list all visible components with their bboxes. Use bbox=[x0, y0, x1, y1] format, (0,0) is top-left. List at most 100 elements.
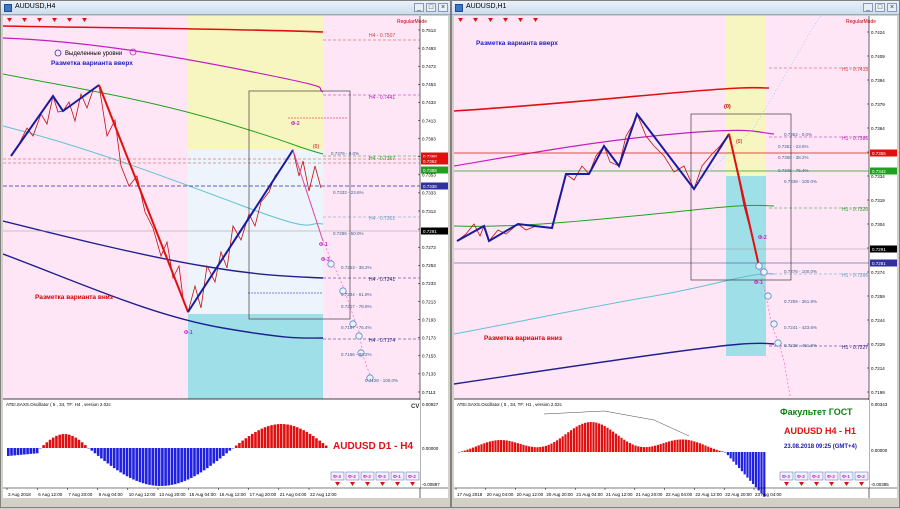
histogram-bar bbox=[247, 436, 251, 448]
price-axis-label: 0.7214 bbox=[871, 366, 885, 371]
histogram-bar bbox=[640, 446, 643, 452]
price-tag-label: 0.7355 bbox=[872, 151, 886, 156]
histogram-bar bbox=[286, 424, 289, 448]
fib-level-label: 0.7376 - 0.0% bbox=[331, 151, 359, 156]
price-axis-label: 0.7413 bbox=[422, 118, 436, 123]
histogram-bar bbox=[299, 428, 302, 448]
histogram-bar bbox=[145, 448, 148, 485]
histogram-bar bbox=[642, 447, 645, 452]
histogram-bar bbox=[199, 448, 203, 473]
histogram-bar bbox=[311, 436, 315, 448]
histogram-bar bbox=[13, 448, 17, 456]
histogram-bar bbox=[547, 444, 550, 452]
histogram-bar bbox=[84, 445, 87, 448]
histogram-bar bbox=[295, 427, 299, 448]
maximize-icon[interactable]: □ bbox=[875, 3, 885, 12]
target-circle-icon bbox=[760, 268, 768, 276]
minimize-icon[interactable]: _ bbox=[863, 3, 873, 12]
oscillator-label: ATEI.SAXS.Oscillator ( 5 , 34, TF: H4 , … bbox=[6, 402, 112, 407]
histogram-bar bbox=[567, 432, 570, 452]
close-icon[interactable]: × bbox=[438, 3, 448, 12]
histogram-bar bbox=[42, 445, 45, 448]
histogram-bar bbox=[516, 443, 519, 452]
histogram-bar bbox=[530, 446, 533, 452]
histogram-bar bbox=[45, 442, 49, 448]
histogram-bar bbox=[682, 439, 685, 452]
price-axis-label: 0.7313 bbox=[422, 209, 436, 214]
histogram-bar bbox=[90, 448, 94, 451]
faculty-label: Факультет ГОСТ bbox=[780, 407, 853, 417]
price-axis-label: 0.7379 bbox=[871, 102, 885, 107]
histogram-bar bbox=[763, 452, 766, 497]
histogram-bar bbox=[32, 448, 36, 454]
close-icon[interactable]: × bbox=[887, 3, 897, 12]
phi-button-label: Ф-2 bbox=[797, 474, 805, 479]
date-axis-label: 22 Aug 12:00 bbox=[695, 492, 722, 497]
histogram-bar bbox=[603, 426, 606, 452]
histogram-bar bbox=[148, 448, 151, 485]
price-chart-h4[interactable]: Выделенные уровни Разметка варианта ввер… bbox=[3, 16, 448, 498]
date-axis-label: 21 Aug 20:00 bbox=[636, 492, 663, 497]
fib-level-label: 0.7207 - 78.6% bbox=[341, 304, 372, 309]
histogram-bar bbox=[600, 424, 603, 452]
title-bar[interactable]: AUDUSD,H1 _ □ × bbox=[452, 1, 899, 15]
histogram-bar bbox=[757, 452, 760, 491]
histogram-bar bbox=[472, 447, 475, 452]
target-circle-icon bbox=[774, 339, 782, 347]
datetime-label: 23.08.2018 09:25 (GMT+4) bbox=[784, 444, 857, 450]
date-axis-label: 21 Aug 04:00 bbox=[576, 492, 603, 497]
histogram-bar bbox=[100, 448, 103, 459]
date-axis-label: 22 Aug 20:00 bbox=[725, 492, 752, 497]
histogram-bar bbox=[161, 448, 164, 486]
histogram-bar bbox=[466, 449, 469, 452]
price-tag-label: 0.7342 bbox=[872, 169, 886, 174]
histogram-bar bbox=[23, 448, 26, 455]
minimize-icon[interactable]: _ bbox=[414, 3, 424, 12]
histogram-bar bbox=[514, 442, 517, 452]
chart-window-h1[interactable]: AUDUSD,H1 _ □ × Разметка варианта вверх … bbox=[451, 0, 900, 508]
histogram-bar bbox=[96, 448, 100, 456]
price-axis-label: 0.7199 bbox=[871, 390, 885, 395]
target-circle-icon bbox=[770, 320, 778, 328]
oscillator-axis-label: 0.00000 bbox=[871, 448, 888, 453]
histogram-bar bbox=[542, 446, 545, 452]
phi-button-label: Ф-2 bbox=[363, 474, 371, 479]
price-axis-label: 0.7113 bbox=[422, 390, 436, 395]
phi-button-label: Ф-2 bbox=[812, 474, 820, 479]
histogram-bar bbox=[267, 426, 270, 448]
histogram-bar bbox=[743, 452, 746, 475]
price-tag-label: 0.7358 bbox=[423, 168, 437, 173]
fib-level-label: 0.7234 - 61.8% bbox=[341, 292, 372, 297]
phi-label: Ф-3 bbox=[321, 257, 330, 263]
price-chart-h1[interactable]: Разметка варианта вверх Разметка вариант… bbox=[454, 16, 897, 498]
histogram-bar bbox=[193, 448, 196, 477]
histogram-bar bbox=[721, 451, 724, 452]
oscillator-label: ATEI.SAXS.Oscillator ( 5 , 34, TF: H1 , … bbox=[457, 402, 563, 407]
histogram-bar bbox=[696, 442, 699, 452]
histogram-bar bbox=[735, 452, 738, 465]
date-axis-label: 13 Aug 20:00 bbox=[159, 492, 186, 497]
price-axis-label: 0.7259 bbox=[871, 294, 885, 299]
chart-window-h4[interactable]: AUDUSD,H4 _ □ × Выделенные уровни Размет… bbox=[0, 0, 451, 508]
histogram-bar bbox=[617, 435, 620, 452]
histogram-bar bbox=[662, 443, 665, 452]
histogram-bar bbox=[109, 448, 113, 466]
histogram-bar bbox=[746, 452, 749, 478]
histogram-bar bbox=[122, 448, 126, 475]
histogram-bar bbox=[318, 440, 321, 448]
phi-button-label: Ф-1 bbox=[842, 474, 850, 479]
histogram-bar bbox=[48, 439, 52, 448]
date-axis-label: 7 Aug 20:00 bbox=[68, 492, 93, 497]
histogram-bar bbox=[35, 448, 39, 454]
histogram-bar bbox=[522, 444, 525, 452]
histogram-bar bbox=[729, 452, 732, 459]
histogram-bar bbox=[704, 445, 707, 452]
histogram-bar bbox=[738, 452, 741, 468]
target-circle-icon bbox=[355, 332, 363, 340]
zero-mark: (0) bbox=[313, 144, 319, 150]
histogram-bar bbox=[112, 448, 116, 469]
maximize-icon[interactable]: □ bbox=[426, 3, 436, 12]
price-axis-label: 0.7424 bbox=[871, 30, 885, 35]
title-bar[interactable]: AUDUSD,H4 _ □ × bbox=[1, 1, 450, 15]
fib-level-label: 0.7361 - 23.6% bbox=[778, 144, 809, 149]
